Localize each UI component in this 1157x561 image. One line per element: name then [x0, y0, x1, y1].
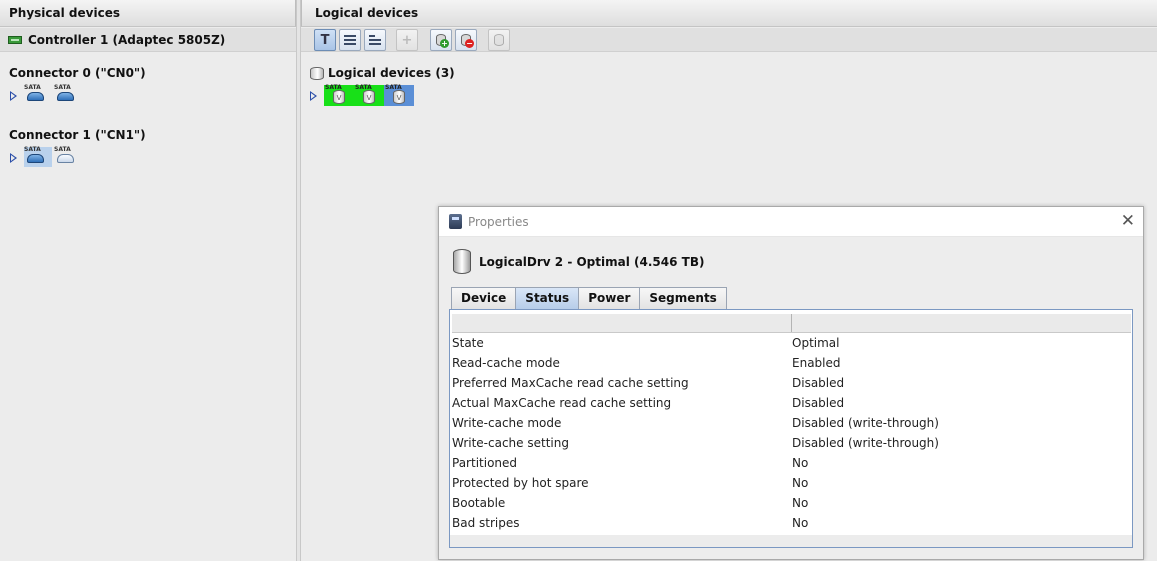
delete-logical-drive-button[interactable]: − [455, 29, 477, 51]
controller-label: Controller 1 (Adaptec 5805Z) [28, 32, 226, 47]
app-icon [449, 214, 462, 229]
physical-drive[interactable]: SATA [24, 85, 46, 105]
text-view-button[interactable]: T [314, 29, 336, 51]
table-footer [450, 535, 1132, 547]
row-value: Disabled (write-through) [792, 436, 939, 450]
hard-drive-icon [57, 92, 74, 101]
table-row[interactable]: Actual MaxCache read cache setting Disabl… [450, 393, 1132, 413]
controller-icon [8, 35, 22, 44]
connector-1-expand-icon[interactable] [10, 153, 17, 163]
list-view-icon [344, 35, 356, 45]
table-row[interactable]: Write-cache setting Disabled (write-throu… [450, 433, 1132, 453]
dialog-title: Properties [468, 214, 529, 229]
logical-expand-icon[interactable] [310, 91, 317, 101]
controller-row[interactable]: Controller 1 (Adaptec 5805Z) [0, 28, 296, 52]
table-row[interactable]: Bad stripes No [450, 513, 1132, 533]
row-value: Disabled [792, 376, 845, 390]
logical-devices-header: Logical devices [301, 0, 1157, 27]
disk-action-button[interactable] [488, 29, 510, 51]
connector-0-expand-icon[interactable] [10, 91, 17, 101]
physical-drive-selected[interactable]: SATA [24, 147, 52, 167]
table-row[interactable]: Read-cache mode Enabled [450, 353, 1132, 373]
table-row[interactable]: Preferred MaxCache read cache setting Dis… [450, 373, 1132, 393]
logical-drive-icon: V [393, 90, 405, 104]
disk-delete-icon: − [461, 34, 474, 48]
logical-devices-icon [310, 66, 324, 80]
row-key: Read-cache mode [452, 356, 560, 370]
text-view-label: T [320, 32, 330, 48]
row-value: Enabled [792, 356, 841, 370]
tab-status[interactable]: Status [515, 287, 580, 309]
column-header-value[interactable] [792, 314, 1131, 332]
logical-toolbar: T + + − [301, 28, 1157, 52]
connector-0-title: Connector 0 ("CN0") [9, 66, 146, 80]
tab-segments[interactable]: Segments [639, 287, 727, 309]
properties-dialog: Properties ✕ LogicalDrv 2 - Optimal (4.5… [438, 206, 1144, 560]
connector-1-title: Connector 1 ("CN1") [9, 128, 146, 142]
disk-add-icon: + [436, 34, 449, 48]
disk-icon [494, 34, 504, 46]
detail-view-icon [369, 35, 381, 45]
table-row[interactable]: Partitioned No [450, 453, 1132, 473]
table-row[interactable]: Bootable No [450, 493, 1132, 513]
logical-devices-title: Logical devices (3) [328, 66, 455, 80]
table-row[interactable]: State Optimal [450, 333, 1132, 353]
logical-drive[interactable]: SATA V [354, 85, 384, 106]
table-header [452, 314, 1131, 333]
tab-device[interactable]: Device [451, 287, 517, 309]
row-value: Disabled (write-through) [792, 416, 939, 430]
dialog-heading: LogicalDrv 2 - Optimal (4.546 TB) [453, 249, 704, 274]
physical-drive[interactable]: SATA [54, 147, 76, 167]
detail-view-button[interactable] [364, 29, 386, 51]
hard-drive-icon [57, 154, 74, 163]
row-key: Preferred MaxCache read cache setting [452, 376, 689, 390]
row-key: Bootable [452, 496, 506, 510]
row-key: Bad stripes [452, 516, 520, 530]
row-key: Write-cache mode [452, 416, 562, 430]
drive-tag: SATA [54, 84, 71, 91]
table-row[interactable]: Protected by hot spare No [450, 473, 1132, 493]
row-value: No [792, 456, 809, 470]
pane-splitter[interactable] [296, 0, 301, 561]
hard-drive-icon [27, 92, 44, 101]
logical-drive-icon: V [363, 90, 375, 104]
close-icon[interactable]: ✕ [1121, 213, 1135, 230]
drive-tag: SATA [24, 84, 41, 91]
row-key: Protected by hot spare [452, 476, 589, 490]
status-table: State Optimal Read-cache mode Enabled Pref… [449, 309, 1133, 548]
drive-summary: LogicalDrv 2 - Optimal (4.546 TB) [479, 254, 705, 269]
plus-icon: + [401, 32, 413, 48]
logical-drive-icon: V [333, 90, 345, 104]
dialog-titlebar[interactable]: Properties ✕ [439, 207, 1143, 237]
drive-tag: SATA [24, 146, 41, 153]
create-logical-drive-button[interactable]: + [430, 29, 452, 51]
row-value: No [792, 476, 809, 490]
row-key: Actual MaxCache read cache setting [452, 396, 672, 410]
drive-tag: SATA [54, 146, 71, 153]
hard-drive-icon [27, 154, 44, 163]
dialog-tabs: Device Status Power Segments [451, 287, 727, 309]
logical-drive-selected[interactable]: SATA V [384, 85, 414, 106]
row-value: No [792, 496, 809, 510]
tab-power[interactable]: Power [578, 287, 641, 309]
row-value: Disabled [792, 396, 845, 410]
row-key: Write-cache setting [452, 436, 569, 450]
table-row[interactable]: Write-cache mode Disabled (write-through) [450, 413, 1132, 433]
logical-drive-icon [453, 249, 471, 274]
physical-devices-header: Physical devices [0, 0, 296, 27]
add-button[interactable]: + [396, 29, 418, 51]
column-header-property[interactable] [452, 314, 792, 332]
logical-drive[interactable]: SATA V [324, 85, 354, 106]
row-key: Partitioned [452, 456, 518, 470]
list-view-button[interactable] [339, 29, 361, 51]
row-key: State [452, 336, 484, 350]
row-value: Optimal [792, 336, 840, 350]
logical-devices-group: Logical devices (3) [310, 66, 455, 80]
physical-drive[interactable]: SATA [54, 85, 76, 105]
row-value: No [792, 516, 809, 530]
